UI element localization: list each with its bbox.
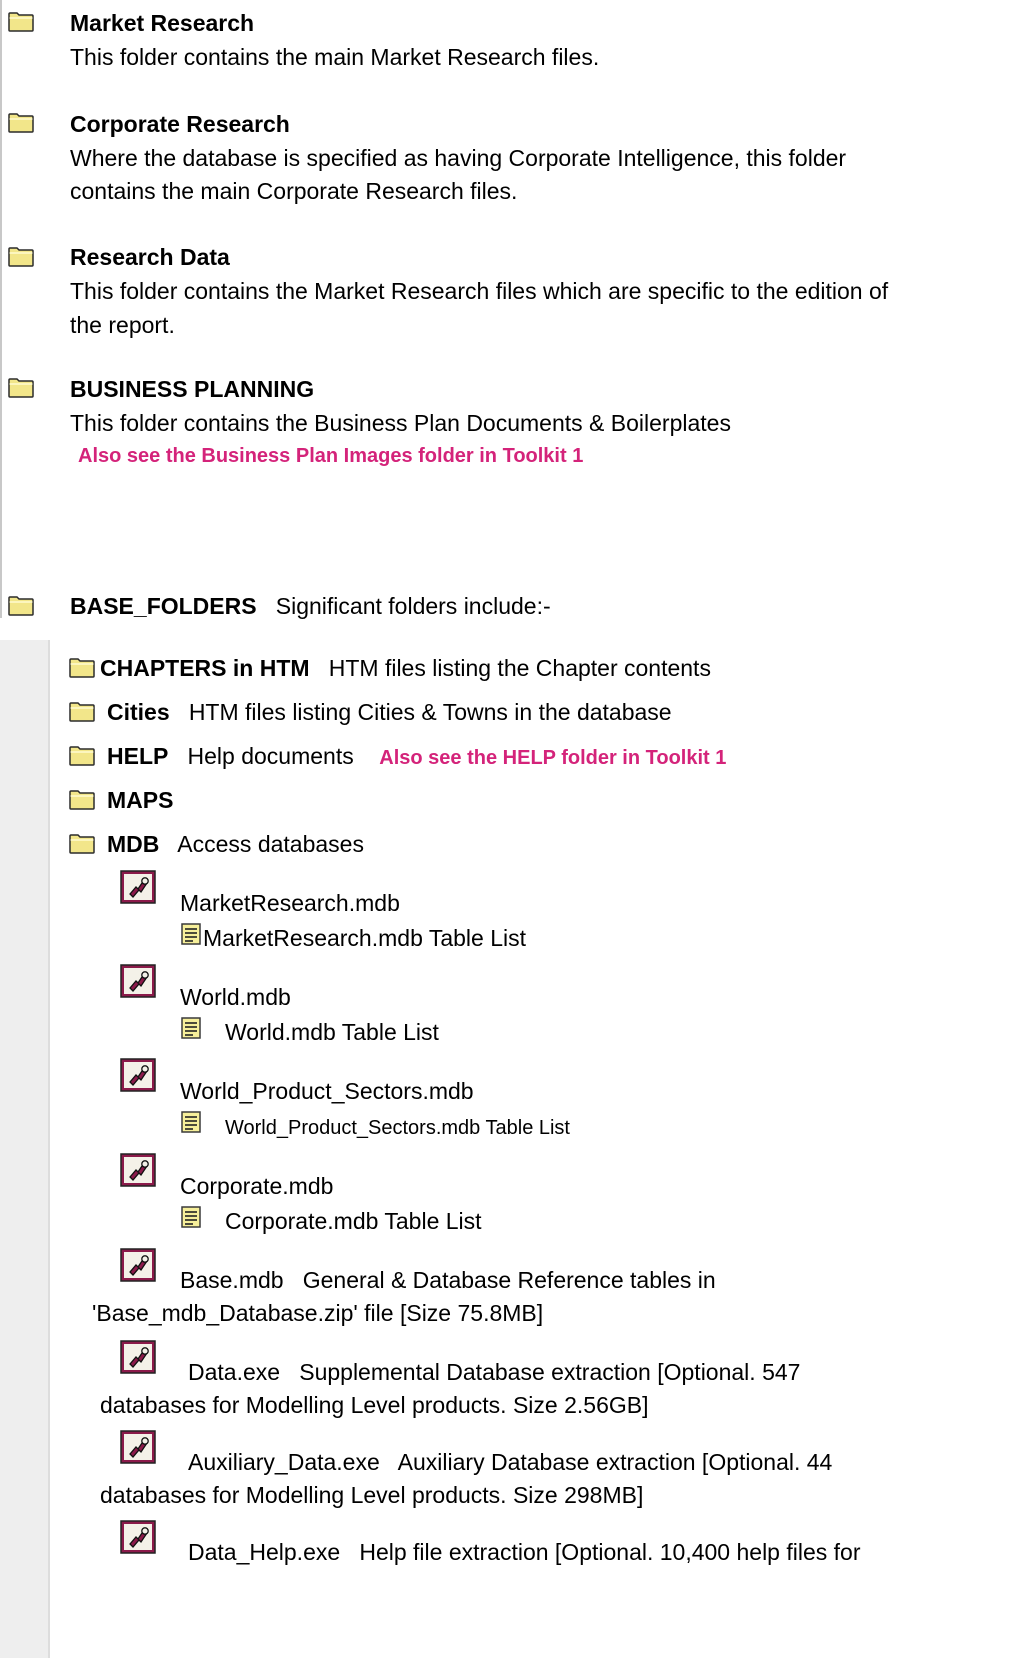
extra-desc: Help file extraction [Optional. 10,400 h…: [359, 1539, 861, 1565]
subfolder-desc: HTM files listing the Chapter contents: [328, 655, 711, 681]
extra-desc: General & Database Reference tables in: [302, 1267, 716, 1293]
section-desc: This folder contains the main Market Res…: [70, 44, 600, 70]
section-title-research-data[interactable]: Research Data: [70, 244, 230, 270]
table-list-link[interactable]: World.mdb Table List: [225, 1019, 439, 1045]
business-plan-images-link[interactable]: Also see the Business Plan Images folder…: [78, 443, 583, 469]
folder-icon[interactable]: [8, 378, 34, 398]
extra-row: Auxiliary_Data.exe Auxiliary Database ex…: [188, 1449, 832, 1475]
document-icon[interactable]: [181, 1111, 201, 1133]
folder-icon[interactable]: [8, 113, 34, 133]
section-desc: Where the database is specified as havin…: [70, 145, 847, 171]
document-icon[interactable]: [181, 923, 201, 945]
section-desc: This folder contains the Market Research…: [70, 278, 889, 304]
table-list-link[interactable]: MarketResearch.mdb Table List: [203, 925, 526, 951]
subfolder-row: Cities HTM files listing Cities & Towns …: [107, 699, 672, 725]
extra-desc-cont: databases for Modelling Level products. …: [100, 1392, 649, 1418]
subfolder-help[interactable]: HELP: [107, 743, 168, 769]
subfolder-row: MDB Access databases: [107, 831, 364, 857]
section-desc: the report.: [70, 312, 175, 338]
extra-data-help-exe[interactable]: Data_Help.exe: [188, 1539, 340, 1565]
table-list-link[interactable]: World_Product_Sectors.mdb Table List: [225, 1115, 570, 1141]
document-icon[interactable]: [181, 1206, 201, 1228]
subfolder-mdb[interactable]: MDB: [107, 831, 159, 857]
folder-icon[interactable]: [69, 790, 95, 810]
folder-icon[interactable]: [69, 834, 95, 854]
db-world-product-sectors[interactable]: World_Product_Sectors.mdb: [180, 1078, 474, 1104]
access-db-icon[interactable]: [120, 1430, 156, 1464]
folder-icon[interactable]: [8, 247, 34, 267]
subfolder-row: CHAPTERS in HTM HTM files listing the Ch…: [100, 655, 711, 681]
base-folders-desc: Significant folders include:-: [275, 593, 551, 619]
extra-auxiliary-data-exe[interactable]: Auxiliary_Data.exe: [188, 1449, 380, 1475]
table-list-link[interactable]: Corporate.mdb Table List: [225, 1208, 482, 1234]
access-db-icon[interactable]: [120, 1058, 156, 1092]
section-desc: This folder contains the Business Plan D…: [70, 410, 731, 436]
extra-data-exe[interactable]: Data.exe: [188, 1359, 280, 1385]
help-toolkit-link[interactable]: Also see the HELP folder in Toolkit 1: [379, 747, 726, 769]
access-db-icon[interactable]: [120, 1153, 156, 1187]
indent-band: [0, 640, 48, 1658]
subfolder-chapters[interactable]: CHAPTERS in HTM: [100, 655, 310, 681]
base-folders-title[interactable]: BASE_FOLDERS: [70, 593, 257, 619]
access-db-icon[interactable]: [120, 1248, 156, 1282]
folder-icon[interactable]: [8, 12, 34, 32]
base-folders-row: BASE_FOLDERS Significant folders include…: [70, 593, 551, 619]
section-title-business-planning[interactable]: BUSINESS PLANNING: [70, 376, 314, 402]
folder-icon[interactable]: [69, 702, 95, 722]
subfolder-cities[interactable]: Cities: [107, 699, 170, 725]
extra-base-mdb[interactable]: Base.mdb: [180, 1267, 284, 1293]
db-marketresearch[interactable]: MarketResearch.mdb: [180, 890, 400, 916]
section-desc: contains the main Corporate Research fil…: [70, 178, 518, 204]
folder-icon[interactable]: [69, 658, 95, 678]
access-db-icon[interactable]: [120, 1520, 156, 1554]
extra-desc-cont: databases for Modelling Level products. …: [100, 1482, 644, 1508]
access-db-icon[interactable]: [120, 870, 156, 904]
extra-desc: Auxiliary Database extraction [Optional.…: [397, 1449, 833, 1475]
extra-row: Data.exe Supplemental Database extractio…: [188, 1359, 800, 1385]
extra-row: Base.mdb General & Database Reference ta…: [180, 1267, 716, 1293]
subfolder-desc: Help documents: [187, 743, 354, 769]
left-margin-rule: [0, 0, 2, 618]
access-db-icon[interactable]: [120, 1340, 156, 1374]
indent-rule: [48, 640, 50, 1658]
folder-icon[interactable]: [8, 596, 34, 616]
subfolder-desc: HTM files listing Cities & Towns in the …: [188, 699, 672, 725]
subfolder-row: HELP Help documents Also see the HELP fo…: [107, 743, 726, 771]
document-icon[interactable]: [181, 1017, 201, 1039]
access-db-icon[interactable]: [120, 964, 156, 998]
subfolder-desc: Access databases: [177, 831, 364, 857]
extra-desc: Supplemental Database extraction [Option…: [299, 1359, 801, 1385]
subfolder-maps[interactable]: MAPS: [107, 787, 173, 813]
db-world[interactable]: World.mdb: [180, 984, 291, 1010]
section-title-market-research[interactable]: Market Research: [70, 10, 254, 36]
folder-icon[interactable]: [69, 746, 95, 766]
db-corporate[interactable]: Corporate.mdb: [180, 1173, 333, 1199]
section-title-corporate-research[interactable]: Corporate Research: [70, 111, 290, 137]
extra-row: Data_Help.exe Help file extraction [Opti…: [188, 1539, 861, 1565]
extra-desc-cont: 'Base_mdb_Database.zip' file [Size 75.8M…: [92, 1300, 544, 1326]
